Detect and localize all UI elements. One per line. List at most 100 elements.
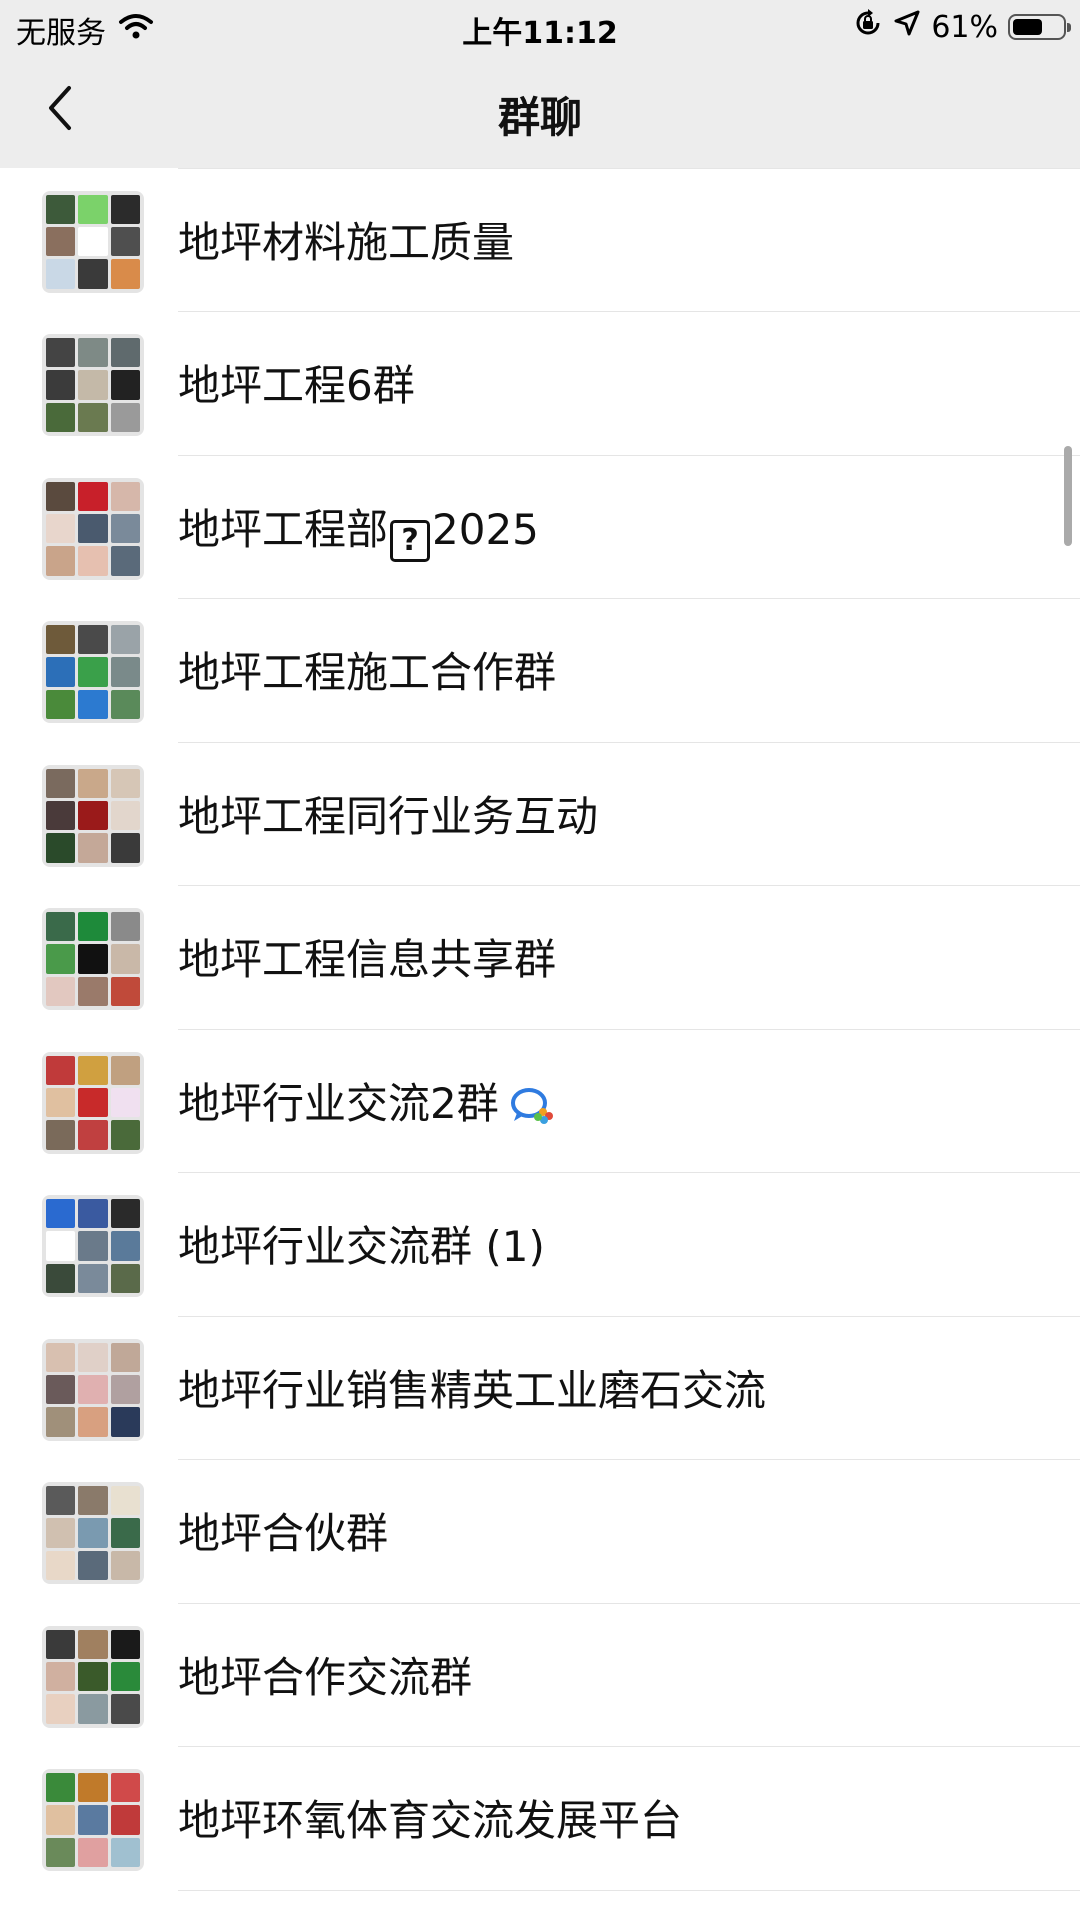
group-name: 地坪合伙群 bbox=[178, 1506, 388, 1562]
avatar-tile bbox=[78, 259, 108, 289]
group-avatar bbox=[42, 764, 144, 867]
group-name: 地坪合作交流群 bbox=[178, 1650, 472, 1706]
group-name-suffix: 2025 bbox=[432, 504, 539, 554]
avatar-tile bbox=[78, 1661, 108, 1692]
avatar-tile bbox=[78, 912, 108, 942]
avatar-tile bbox=[46, 226, 76, 257]
unknown-character-icon: ? bbox=[390, 519, 431, 562]
group-chat-item[interactable]: 地坪行业销售精英工业磨石交流 bbox=[0, 1317, 1080, 1461]
group-name-text: 地坪环氧体育交流发展平台 bbox=[178, 1796, 683, 1845]
group-name: 地坪材料施工质量 bbox=[178, 215, 514, 271]
avatar-tile bbox=[46, 1407, 76, 1437]
avatar-tile bbox=[78, 481, 108, 511]
group-avatar bbox=[42, 621, 144, 723]
avatar-tile bbox=[110, 1805, 140, 1835]
battery-percent: 61% bbox=[931, 9, 998, 45]
avatar-tile bbox=[46, 1486, 76, 1516]
group-name-text: 地坪行业交流群 (1) bbox=[178, 1222, 545, 1271]
avatar-tile bbox=[46, 944, 76, 974]
avatar-tile bbox=[78, 689, 108, 719]
group-chat-item[interactable]: 地坪工程信息共享群 bbox=[0, 886, 1080, 1030]
group-chat-item[interactable]: 地坪合伙群 bbox=[0, 1460, 1080, 1604]
avatar-tile bbox=[110, 194, 140, 224]
avatar-tile bbox=[46, 1120, 76, 1150]
group-chat-list[interactable]: 地坪材料供应群地坪材料施工质量地坪工程6群地坪工程部?2025地坪工程施工合作群… bbox=[0, 25, 1080, 1891]
avatar-tile bbox=[110, 689, 140, 719]
avatar-tile bbox=[46, 976, 76, 1006]
avatar-tile bbox=[110, 1231, 140, 1261]
group-name-text: 地坪材料施工质量 bbox=[178, 217, 515, 267]
avatar-tile bbox=[46, 1231, 76, 1261]
avatar-tile bbox=[46, 768, 76, 798]
group-chat-item[interactable]: 地坪合作交流群 bbox=[0, 1604, 1080, 1748]
avatar-tile bbox=[46, 1518, 76, 1548]
avatar-tile bbox=[78, 1629, 108, 1659]
avatar-tile bbox=[110, 259, 140, 289]
group-chat-item[interactable]: 地坪行业交流群 (1) bbox=[0, 1173, 1080, 1317]
orientation-lock-icon bbox=[853, 8, 883, 46]
avatar-tile bbox=[46, 338, 76, 368]
avatar-tile bbox=[78, 833, 108, 863]
avatar-tile bbox=[46, 833, 76, 863]
avatar-tile bbox=[78, 1374, 108, 1405]
group-chat-item[interactable]: 地坪工程部? 2025 bbox=[0, 456, 1080, 600]
avatar-tile bbox=[46, 1374, 76, 1405]
avatar-tile bbox=[78, 1773, 108, 1803]
avatar-tile bbox=[78, 1837, 108, 1867]
scrollbar[interactable] bbox=[1064, 446, 1072, 546]
avatar-tile bbox=[78, 976, 108, 1006]
avatar-tile bbox=[46, 800, 76, 831]
avatar-tile bbox=[110, 370, 140, 400]
avatar-tile bbox=[78, 800, 108, 831]
avatar-tile bbox=[78, 338, 108, 368]
avatar-tile bbox=[110, 800, 140, 831]
avatar-tile bbox=[110, 976, 140, 1006]
group-name: 地坪行业交流2群 bbox=[178, 1076, 557, 1140]
group-name: 地坪环氧体育交流发展平台 bbox=[178, 1793, 682, 1849]
group-chat-item[interactable]: 地坪环氧体育交流发展平台 bbox=[0, 1747, 1080, 1891]
avatar-tile bbox=[110, 513, 140, 544]
group-chat-item[interactable]: 地坪工程6群 bbox=[0, 312, 1080, 456]
avatar-tile bbox=[110, 1486, 140, 1516]
avatar-tile bbox=[110, 1694, 140, 1724]
avatar-tile bbox=[110, 1550, 140, 1580]
avatar-tile bbox=[78, 1055, 108, 1085]
avatar-tile bbox=[110, 912, 140, 942]
group-name-text: 地坪工程部 bbox=[178, 504, 389, 554]
avatar-tile bbox=[110, 833, 140, 863]
group-name: 地坪工程6群 bbox=[178, 358, 415, 414]
avatar-tile bbox=[78, 1342, 108, 1372]
group-name-text: 地坪行业交流2群 bbox=[178, 1078, 499, 1128]
group-chat-item[interactable]: 地坪材料施工质量 bbox=[0, 169, 1080, 313]
avatar-tile bbox=[110, 1629, 140, 1659]
avatar-tile bbox=[46, 1837, 76, 1867]
avatar-tile bbox=[46, 657, 76, 687]
page-title: 群聊 bbox=[497, 93, 582, 142]
group-name-text: 地坪工程6群 bbox=[178, 361, 415, 410]
avatar-tile bbox=[78, 1550, 108, 1580]
avatar-tile bbox=[110, 226, 140, 257]
group-name: 地坪行业交流群 (1) bbox=[178, 1219, 545, 1275]
avatar-tile bbox=[46, 1087, 76, 1118]
avatar-tile bbox=[46, 1629, 76, 1659]
avatar-tile bbox=[46, 625, 76, 655]
group-chat-item[interactable]: 地坪工程同行业务互动 bbox=[0, 743, 1080, 887]
group-chat-item[interactable]: 地坪行业交流2群 bbox=[0, 1030, 1080, 1174]
avatar-tile bbox=[110, 768, 140, 798]
avatar-tile bbox=[110, 1407, 140, 1437]
group-chat-item[interactable]: 地坪工程施工合作群 bbox=[0, 599, 1080, 743]
avatar-tile bbox=[46, 1055, 76, 1085]
wecom-chat-icon bbox=[509, 1084, 557, 1140]
battery-fill bbox=[1013, 19, 1042, 35]
avatar-tile bbox=[46, 481, 76, 511]
avatar-tile bbox=[110, 1374, 140, 1405]
avatar-tile bbox=[110, 1087, 140, 1118]
avatar-tile bbox=[46, 1263, 76, 1293]
avatar-tile bbox=[78, 625, 108, 655]
group-avatar bbox=[42, 1482, 144, 1584]
avatar-tile bbox=[110, 1773, 140, 1803]
avatar-tile bbox=[46, 402, 76, 432]
avatar-tile bbox=[110, 1837, 140, 1867]
avatar-tile bbox=[78, 1087, 108, 1118]
avatar-tile bbox=[46, 1199, 76, 1229]
